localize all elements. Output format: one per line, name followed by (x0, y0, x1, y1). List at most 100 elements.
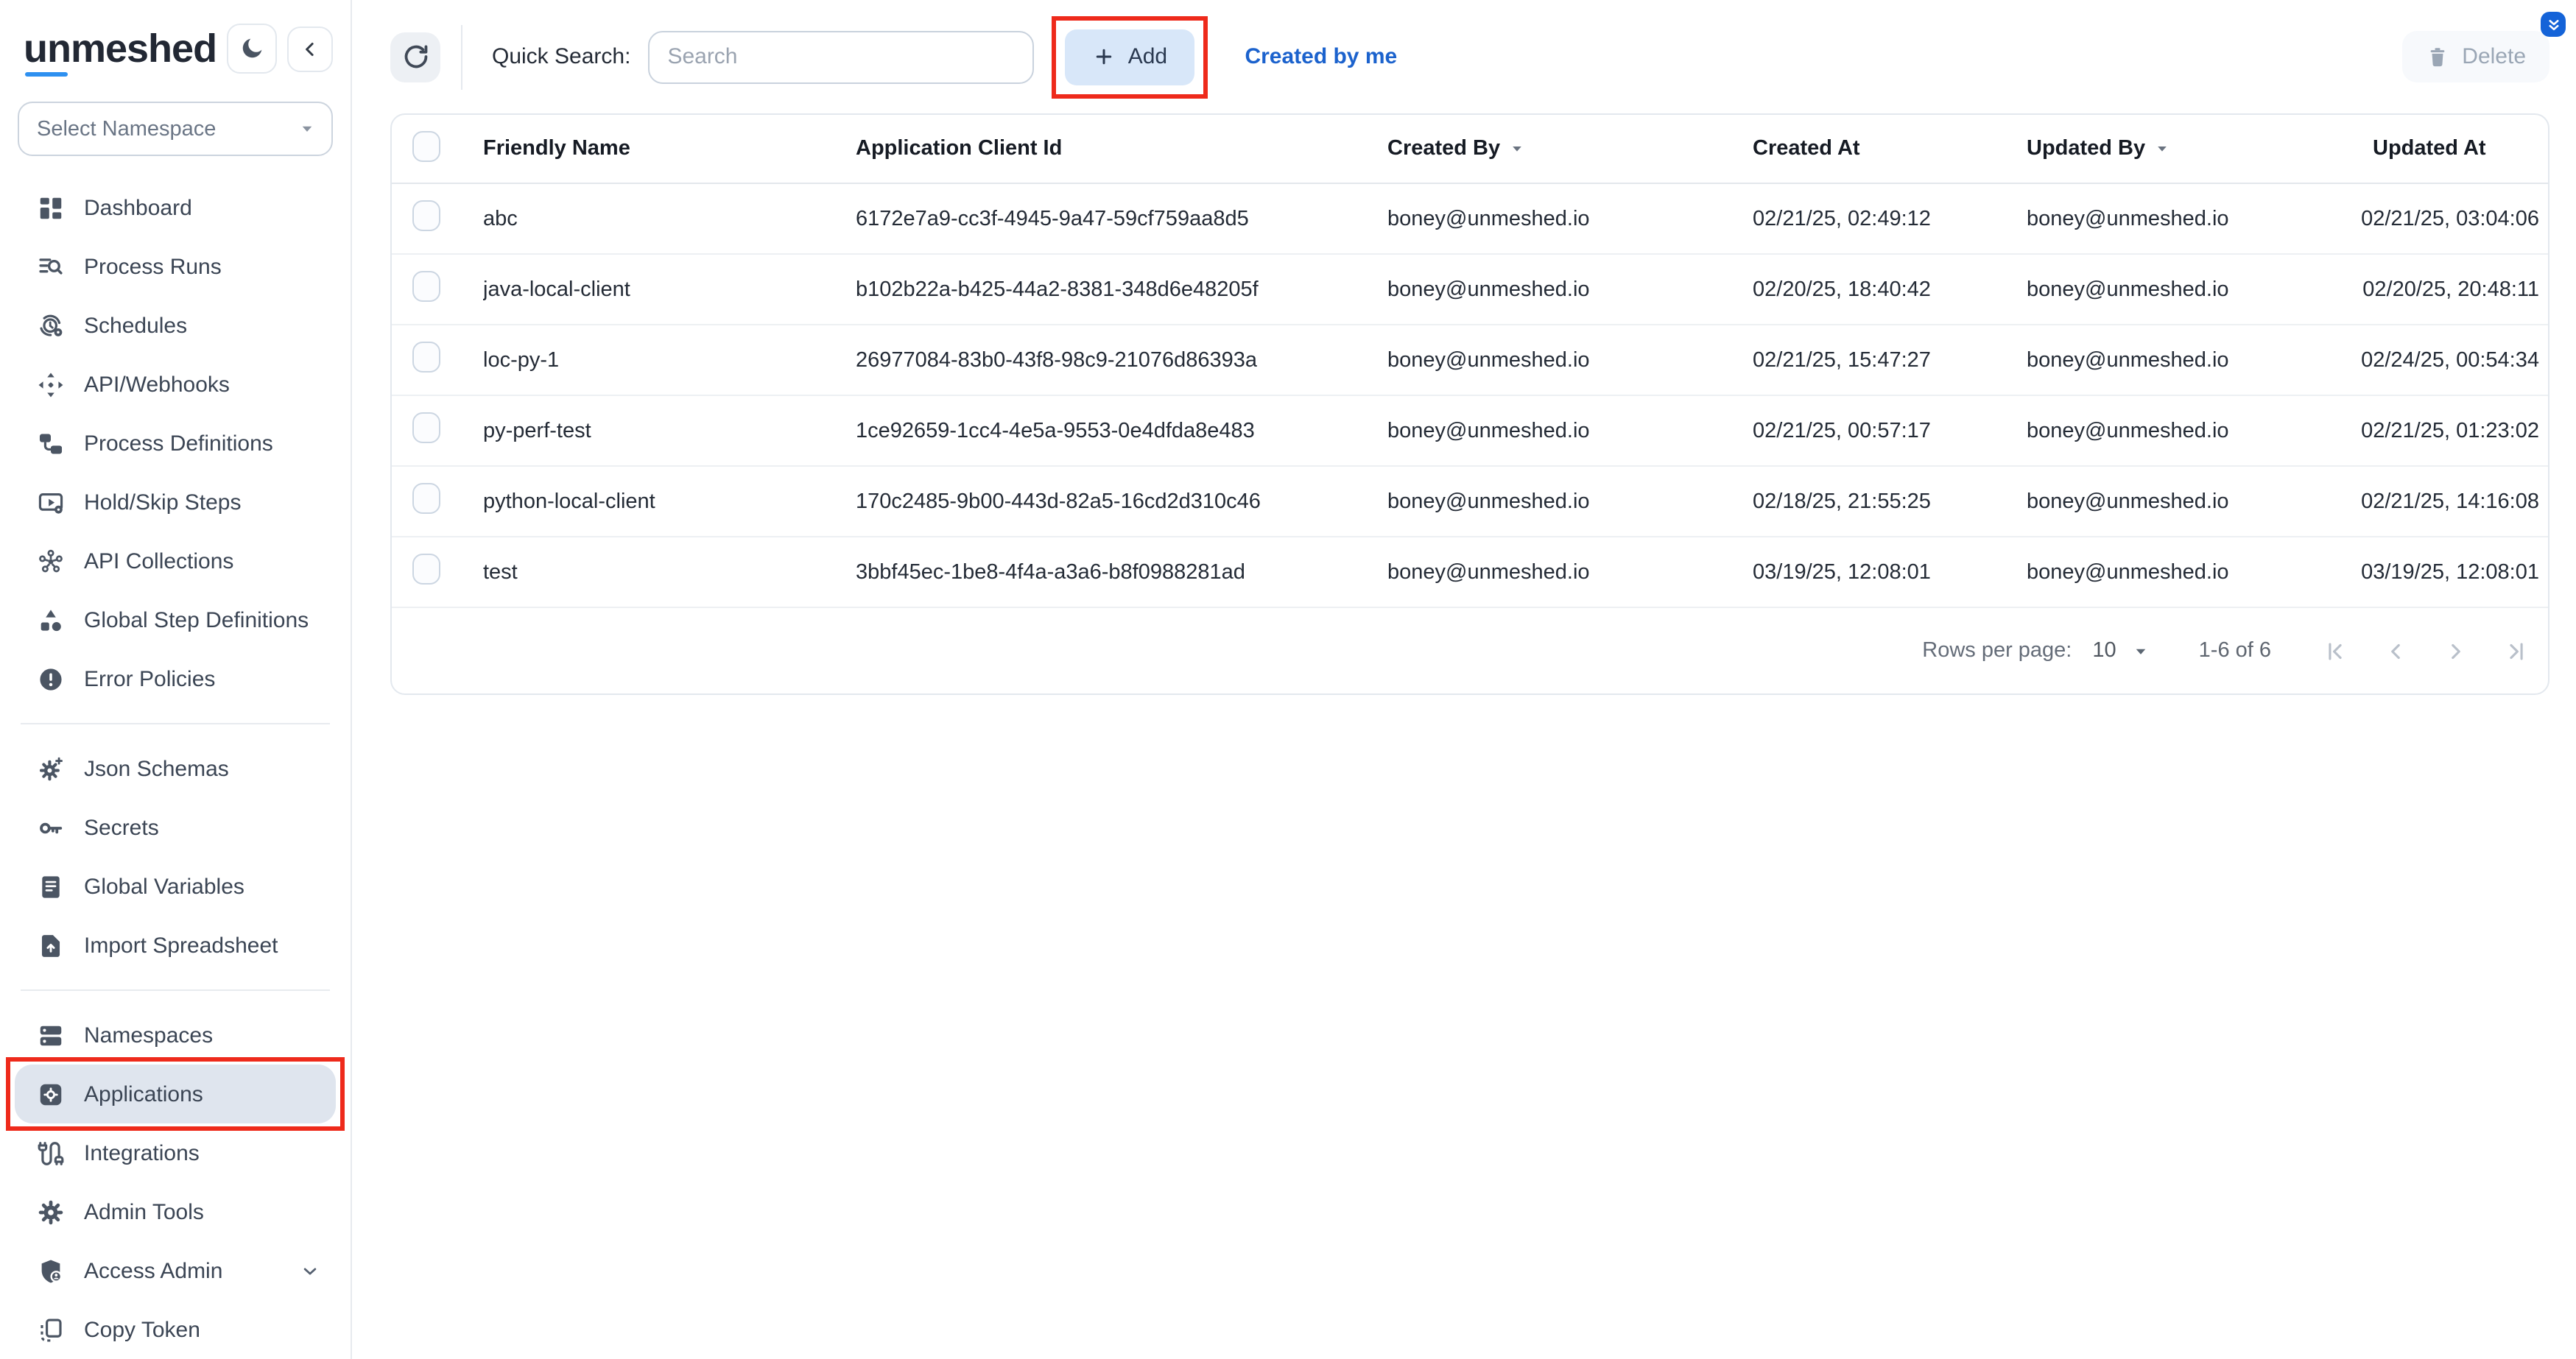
first-page-icon (2323, 638, 2348, 663)
sidebar-item-json-schemas[interactable]: Json Schemas (15, 739, 336, 798)
row-checkbox[interactable] (412, 200, 440, 231)
add-button[interactable]: Add (1065, 29, 1194, 85)
sidebar-item-label: API/Webhooks (84, 372, 230, 397)
row-checkbox[interactable] (412, 554, 440, 585)
row-checkbox[interactable] (412, 412, 440, 443)
sidebar-item-api-webhooks[interactable]: API/Webhooks (15, 355, 336, 414)
cell-updated-at: 02/21/25, 01:23:02 (2351, 419, 2548, 442)
sidebar-item-access-admin[interactable]: Access Admin (15, 1241, 336, 1300)
applications-icon (37, 1080, 65, 1108)
cell-created-by: boney@unmeshed.io (1387, 348, 1753, 372)
sidebar-item-process-runs[interactable]: Process Runs (15, 237, 336, 296)
sidebar-item-process-definitions[interactable]: Process Definitions (15, 414, 336, 473)
table-footer: Rows per page: 10 1-6 of 6 (392, 608, 2548, 693)
sidebar-item-api-collections[interactable]: API Collections (15, 532, 336, 590)
table-row[interactable]: loc-py-1 26977084-83b0-43f8-98c9-21076d8… (392, 325, 2548, 396)
cell-application-client-id: 170c2485-9b00-443d-82a5-16cd2d310c46 (856, 490, 1387, 513)
sidebar-item-label: Error Policies (84, 666, 215, 691)
column-header-updated-at: Updated At (2351, 137, 2548, 160)
delete-button[interactable]: Delete (2401, 31, 2549, 82)
table-row[interactable]: test 3bbf45ec-1be8-4f4a-a3a6-b8f0988281a… (392, 537, 2548, 608)
cell-application-client-id: 3bbf45ec-1be8-4f4a-a3a6-b8f0988281ad (856, 560, 1387, 584)
main-content: Quick Search: Add Created by me Delete F… (352, 0, 2576, 1359)
cell-created-by: boney@unmeshed.io (1387, 490, 1753, 513)
error-policies-icon (37, 665, 65, 693)
sidebar-item-label: Global Step Definitions (84, 607, 309, 632)
api-webhooks-icon (37, 370, 65, 398)
sidebar-item-error-policies[interactable]: Error Policies (15, 649, 336, 708)
dashboard-icon (37, 194, 65, 222)
table-row[interactable]: py-perf-test 1ce92659-1cc4-4e5a-9553-0e4… (392, 396, 2548, 467)
column-header-application-client-id: Application Client Id (856, 137, 1387, 160)
sidebar-item-schedules[interactable]: Schedules (15, 296, 336, 355)
sidebar-item-import-spreadsheet[interactable]: Import Spreadsheet (15, 916, 336, 975)
plus-icon (1093, 46, 1115, 68)
hold-skip-steps-icon (37, 488, 65, 516)
previous-page-button[interactable] (2383, 638, 2408, 663)
sidebar-item-dashboard[interactable]: Dashboard (15, 178, 336, 237)
table-row[interactable]: abc 6172e7a9-cc3f-4945-9a47-59cf759aa8d5… (392, 184, 2548, 255)
global-step-definitions-icon (37, 606, 65, 634)
cell-created-at: 02/20/25, 18:40:42 (1753, 278, 2027, 301)
next-page-icon (2443, 638, 2468, 663)
column-header-created-by[interactable]: Created By (1387, 137, 1525, 160)
row-checkbox[interactable] (412, 271, 440, 302)
cell-application-client-id: 26977084-83b0-43f8-98c9-21076d86393a (856, 348, 1387, 372)
cell-friendly-name: abc (483, 207, 856, 230)
process-runs-icon (37, 253, 65, 280)
secrets-icon (37, 813, 65, 841)
sidebar-item-label: Namespaces (84, 1023, 213, 1048)
select-all-checkbox[interactable] (412, 130, 440, 161)
sidebar-item-applications[interactable]: Applications (15, 1065, 336, 1123)
cell-friendly-name: java-local-client (483, 278, 856, 301)
rows-per-page-select[interactable]: 10 (2092, 639, 2150, 663)
column-header-updated-by[interactable]: Updated By (2027, 137, 2170, 160)
rows-per-page-value: 10 (2092, 639, 2116, 663)
cell-updated-by: boney@unmeshed.io (2027, 490, 2351, 513)
sidebar-item-global-variables[interactable]: Global Variables (15, 857, 336, 916)
next-page-button[interactable] (2443, 638, 2468, 663)
sidebar-item-integrations[interactable]: Integrations (15, 1123, 336, 1182)
refresh-button[interactable] (390, 32, 440, 82)
sidebar-item-hold-skip-steps[interactable]: Hold/Skip Steps (15, 473, 336, 532)
sidebar-header: unmeshed (15, 18, 336, 77)
last-page-button[interactable] (2504, 638, 2529, 663)
table-row[interactable]: python-local-client 170c2485-9b00-443d-8… (392, 467, 2548, 537)
sidebar-item-label: Json Schemas (84, 756, 229, 781)
cell-created-by: boney@unmeshed.io (1387, 419, 1753, 442)
cell-created-by: boney@unmeshed.io (1387, 207, 1753, 230)
sidebar-item-admin-tools[interactable]: Admin Tools (15, 1182, 336, 1241)
chevron-down-icon (299, 1260, 321, 1282)
rows-per-page-label: Rows per page: (1922, 639, 2072, 663)
table-row[interactable]: java-local-client b102b22a-b425-44a2-838… (392, 255, 2548, 325)
table-body: abc 6172e7a9-cc3f-4945-9a47-59cf759aa8d5… (392, 184, 2548, 608)
sidebar-item-namespaces[interactable]: Namespaces (15, 1006, 336, 1065)
created-by-me-link[interactable]: Created by me (1245, 44, 1397, 69)
cell-friendly-name: py-perf-test (483, 419, 856, 442)
namespace-select[interactable]: Select Namespace (18, 102, 333, 156)
sidebar-item-copy-token[interactable]: Copy Token (15, 1300, 336, 1359)
column-header-created-at: Created At (1753, 137, 2027, 160)
search-input[interactable] (648, 30, 1034, 83)
cell-created-by: boney@unmeshed.io (1387, 560, 1753, 584)
trash-icon (2425, 45, 2449, 68)
sidebar-item-secrets[interactable]: Secrets (15, 798, 336, 857)
sidebar-item-global-step-definitions[interactable]: Global Step Definitions (15, 590, 336, 649)
sidebar-divider (21, 723, 330, 724)
annotation-box-add: Add (1052, 15, 1208, 98)
json-schemas-icon (37, 755, 65, 783)
row-checkbox[interactable] (412, 342, 440, 373)
chevrons-down-icon (2544, 15, 2562, 33)
sidebar-collapse-button[interactable] (287, 26, 333, 71)
cell-updated-at: 03/19/25, 12:08:01 (2351, 560, 2548, 584)
row-checkbox[interactable] (412, 483, 440, 514)
theme-toggle-button[interactable] (227, 24, 277, 74)
scroll-down-badge[interactable] (2541, 12, 2566, 37)
chevron-left-icon (299, 38, 321, 60)
first-page-button[interactable] (2323, 638, 2348, 663)
cell-updated-by: boney@unmeshed.io (2027, 278, 2351, 301)
app-logo[interactable]: unmeshed (24, 29, 217, 68)
namespace-select-placeholder: Select Namespace (37, 117, 216, 141)
quick-search-label: Quick Search: (492, 44, 630, 69)
sidebar-item-label: Schedules (84, 313, 187, 338)
